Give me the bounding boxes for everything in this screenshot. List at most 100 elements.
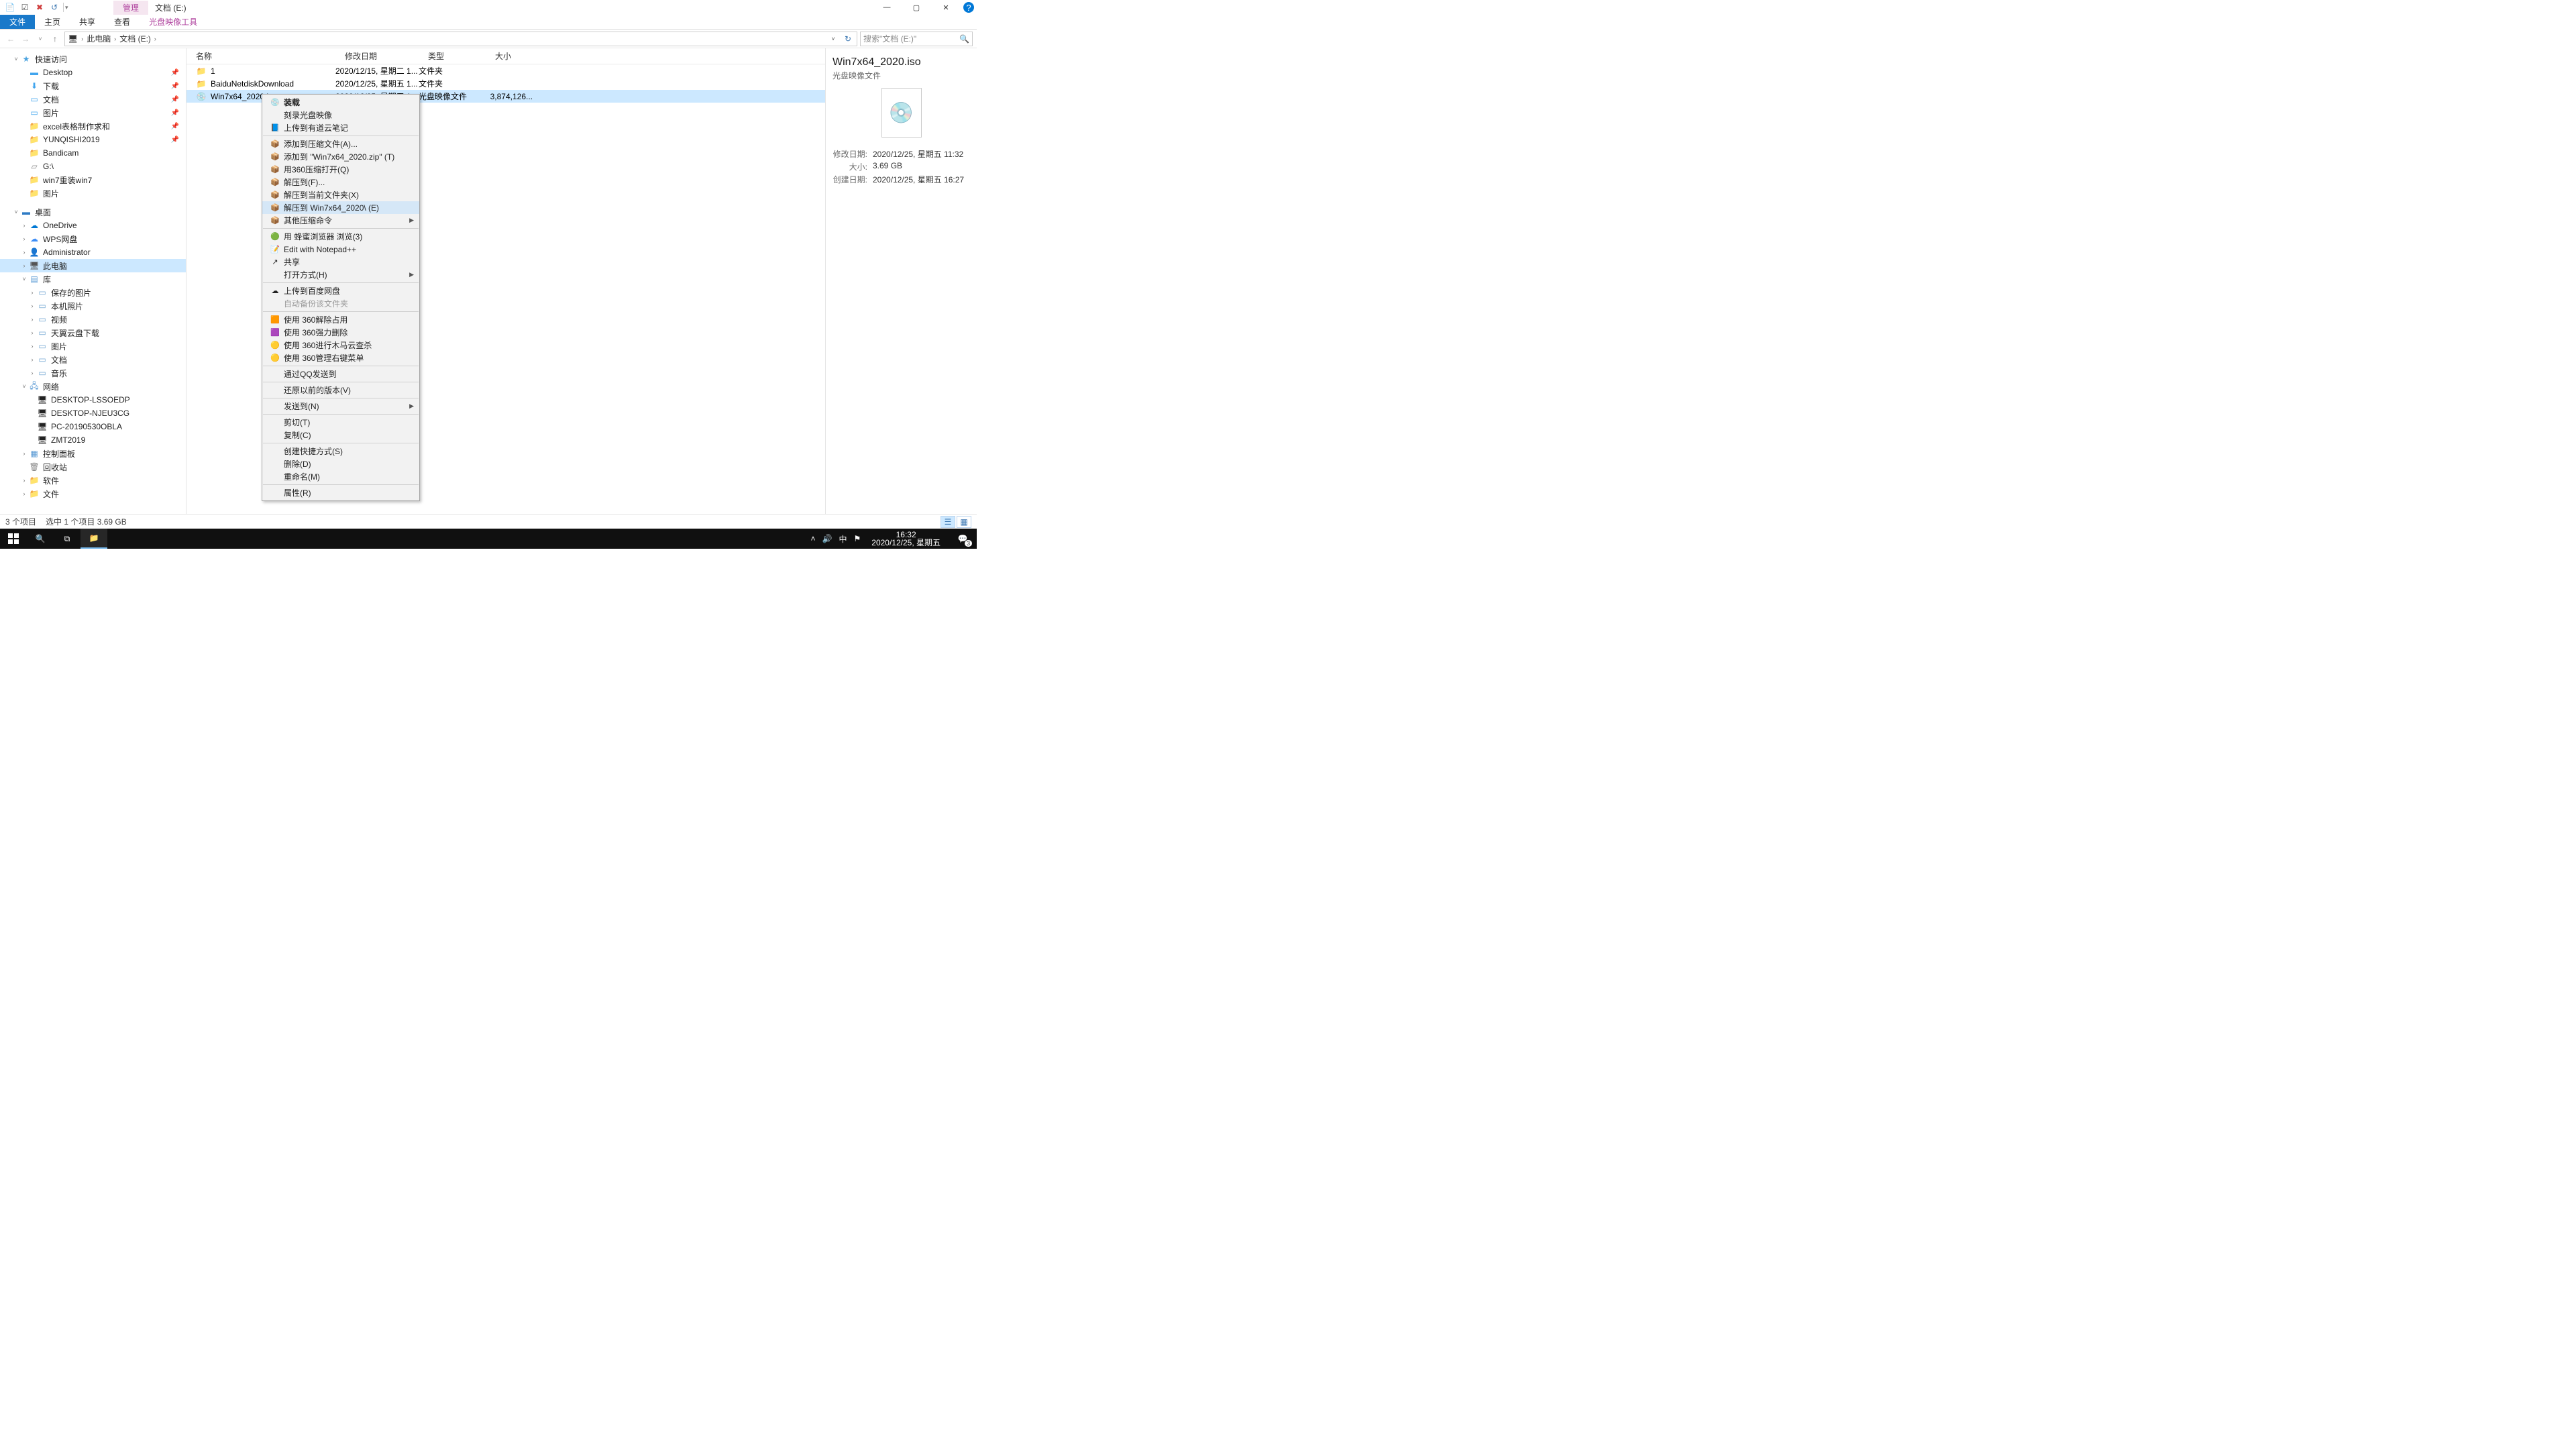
nav-downloads[interactable]: ⬇下载📌 <box>0 79 186 93</box>
nav-music[interactable]: ›▭音乐 <box>0 366 186 380</box>
chevron-right-icon[interactable]: › <box>112 36 118 42</box>
icons-view-button[interactable]: ▦ <box>957 516 971 528</box>
nav-files[interactable]: ›📁文件 <box>0 487 186 500</box>
close-button[interactable]: ✕ <box>931 0 961 15</box>
menu-item[interactable]: 发送到(N)▶ <box>262 400 419 413</box>
menu-item[interactable]: ↗共享 <box>262 256 419 268</box>
menu-item[interactable]: ☁上传到百度网盘 <box>262 284 419 297</box>
back-button[interactable]: ← <box>4 32 17 46</box>
menu-item[interactable]: 刻录光盘映像 <box>262 109 419 121</box>
menu-item[interactable]: 📦添加到 "Win7x64_2020.zip" (T) <box>262 150 419 163</box>
menu-item[interactable]: 📦用360压缩打开(Q) <box>262 163 419 176</box>
nav-docs[interactable]: ›▭文档 <box>0 353 186 366</box>
col-type[interactable]: 类型 <box>419 48 486 64</box>
clock[interactable]: 16:32 2020/12/25, 星期五 <box>867 529 945 548</box>
tab-file[interactable]: 文件 <box>0 15 35 29</box>
menu-item[interactable]: 📦添加到压缩文件(A)... <box>262 138 419 150</box>
qat-dropdown-icon[interactable]: ▾ <box>65 4 73 11</box>
up-button[interactable]: ↑ <box>48 32 62 46</box>
security-icon[interactable]: ⚑ <box>854 534 861 543</box>
nav-ctrl[interactable]: ›▦控制面板 <box>0 447 186 460</box>
address-bar[interactable]: 🖥 › 此电脑 › 文档 (E:) › ˅ ↻ <box>64 32 857 46</box>
menu-item[interactable]: 📦其他压缩命令▶ <box>262 214 419 227</box>
explorer-taskbar-button[interactable]: 📁 <box>80 529 107 549</box>
ime-indicator[interactable]: 中 <box>839 533 847 545</box>
menu-item[interactable]: 📘上传到有道云笔记 <box>262 121 419 134</box>
nav-deskroot[interactable]: ˅▬桌面 <box>0 205 186 219</box>
menu-item[interactable]: 属性(R) <box>262 486 419 499</box>
menu-item[interactable]: 打开方式(H)▶ <box>262 268 419 281</box>
qat-undo-icon[interactable]: ↺ <box>47 1 62 14</box>
nav-tianyi[interactable]: ›▭天翼云盘下载 <box>0 326 186 339</box>
menu-item[interactable]: 🟡使用 360管理右键菜单 <box>262 352 419 364</box>
menu-item[interactable]: 🟢用 蜂蜜浏览器 浏览(3) <box>262 230 419 243</box>
menu-item[interactable]: 还原以前的版本(V) <box>262 384 419 396</box>
taskview-button[interactable]: ⧉ <box>54 529 80 549</box>
maximize-button[interactable]: ▢ <box>902 0 931 15</box>
notification-button[interactable]: 💬3 <box>951 529 974 549</box>
recent-dropdown-icon[interactable]: ˅ <box>34 32 47 46</box>
tab-disc-tools[interactable]: 光盘映像工具 <box>140 15 207 29</box>
nav-recycle[interactable]: 🗑回收站 <box>0 460 186 474</box>
nav-bandicam[interactable]: 📁Bandicam <box>0 146 186 160</box>
nav-soft[interactable]: ›📁软件 <box>0 474 186 487</box>
nav-pics2[interactable]: 📁图片 <box>0 186 186 200</box>
menu-item[interactable]: 复制(C) <box>262 429 419 441</box>
menu-item[interactable]: 📦解压到 Win7x64_2020\ (E) <box>262 201 419 214</box>
nav-wps[interactable]: ›☁WPS网盘 <box>0 232 186 246</box>
nav-pc1[interactable]: 🖥DESKTOP-LSSOEDP <box>0 393 186 407</box>
nav-picsl[interactable]: ›▭图片 <box>0 339 186 353</box>
tray-chevron-icon[interactable]: ˄ <box>811 534 816 543</box>
chevron-right-icon[interactable]: › <box>79 36 85 42</box>
details-view-button[interactable]: ☰ <box>941 516 955 528</box>
nav-thispc[interactable]: ›🖥此电脑 <box>0 259 186 272</box>
refresh-icon[interactable]: ↻ <box>841 34 855 44</box>
col-name[interactable]: 名称 <box>186 48 335 64</box>
nav-documents[interactable]: ▭文档📌 <box>0 93 186 106</box>
nav-quick-access[interactable]: ˅★快速访问 <box>0 52 186 66</box>
tab-share[interactable]: 共享 <box>70 15 105 29</box>
col-size[interactable]: 大小 <box>486 48 537 64</box>
menu-item[interactable]: 剪切(T) <box>262 416 419 429</box>
nav-libraries[interactable]: ˅▤库 <box>0 272 186 286</box>
help-button[interactable]: ? <box>963 2 974 13</box>
search-input[interactable]: 搜索"文档 (E:)" 🔍 <box>860 32 973 46</box>
file-row[interactable]: 📁12020/12/15, 星期二 1...文件夹 <box>186 64 825 77</box>
history-dropdown-icon[interactable]: ˅ <box>826 36 841 42</box>
menu-item[interactable]: 💿装载 <box>262 96 419 109</box>
qat-checkbox-icon[interactable]: ☑ <box>17 1 32 14</box>
nav-pc4[interactable]: 🖥ZMT2019 <box>0 433 186 447</box>
col-date[interactable]: 修改日期 <box>335 48 419 64</box>
volume-icon[interactable]: 🔊 <box>822 534 833 543</box>
nav-savedpics[interactable]: ›▭保存的图片 <box>0 286 186 299</box>
nav-pictures[interactable]: ▭图片📌 <box>0 106 186 119</box>
search-icon[interactable]: 🔍 <box>959 34 969 44</box>
menu-item[interactable]: 通过QQ发送到 <box>262 368 419 380</box>
start-button[interactable] <box>0 529 27 549</box>
nav-pc2[interactable]: 🖥DESKTOP-NJEU3CG <box>0 407 186 420</box>
nav-onedrive[interactable]: ›☁OneDrive <box>0 219 186 232</box>
menu-item[interactable]: 📝Edit with Notepad++ <box>262 243 419 256</box>
chevron-right-icon[interactable]: › <box>152 36 158 42</box>
tab-view[interactable]: 查看 <box>105 15 140 29</box>
search-button[interactable]: 🔍 <box>27 529 54 549</box>
menu-item[interactable]: 删除(D) <box>262 458 419 470</box>
file-row[interactable]: 📁BaiduNetdiskDownload2020/12/25, 星期五 1..… <box>186 77 825 90</box>
menu-item[interactable]: 创建快捷方式(S) <box>262 445 419 458</box>
minimize-button[interactable]: — <box>872 0 902 15</box>
nav-video[interactable]: ›▭视频 <box>0 313 186 326</box>
menu-item[interactable]: 📦解压到当前文件夹(X) <box>262 189 419 201</box>
nav-excel[interactable]: 📁excel表格制作求和📌 <box>0 119 186 133</box>
breadcrumb-thispc[interactable]: 此电脑 <box>85 33 112 44</box>
nav-admin[interactable]: ›👤Administrator <box>0 246 186 259</box>
menu-item[interactable]: 🟪使用 360强力删除 <box>262 326 419 339</box>
menu-item[interactable]: 重命名(M) <box>262 470 419 483</box>
nav-g-drive[interactable]: ▱G:\ <box>0 160 186 173</box>
navigation-pane[interactable]: ˅★快速访问 ▬Desktop📌 ⬇下载📌 ▭文档📌 ▭图片📌 📁excel表格… <box>0 48 186 514</box>
menu-item[interactable]: 🟡使用 360进行木马云查杀 <box>262 339 419 352</box>
nav-localpics[interactable]: ›▭本机照片 <box>0 299 186 313</box>
nav-yunqishi[interactable]: 📁YUNQISHI2019📌 <box>0 133 186 146</box>
qat-icon-1[interactable]: 📄 <box>3 1 17 14</box>
menu-item[interactable]: 🟧使用 360解除占用 <box>262 313 419 326</box>
menu-item[interactable]: 📦解压到(F)... <box>262 176 419 189</box>
